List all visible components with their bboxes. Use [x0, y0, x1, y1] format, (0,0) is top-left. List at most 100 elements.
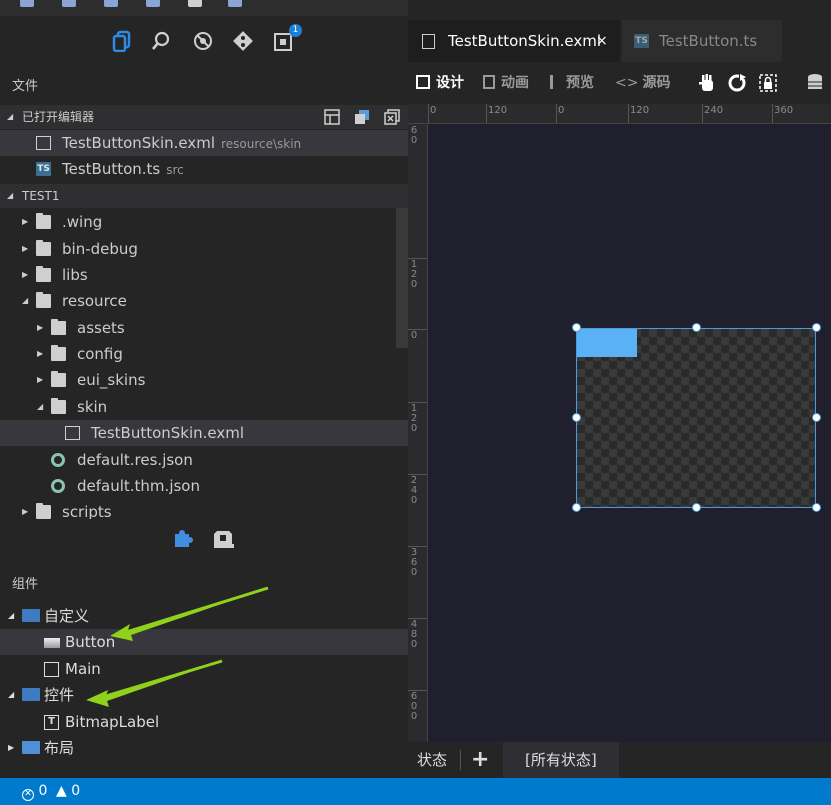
- error-count: 0: [38, 783, 48, 799]
- design-toolbar: 设计 动画 预览 <> 源码: [408, 62, 831, 104]
- tree-item-default-res-json[interactable]: default.res.json: [0, 447, 396, 473]
- animation-mode-button[interactable]: 动画: [483, 74, 529, 92]
- tree-item-config[interactable]: ▶ config: [0, 341, 396, 367]
- ruler-label: 2 4 0: [410, 475, 418, 506]
- tree-item-assets[interactable]: ▶ assets: [0, 315, 396, 341]
- skin-artboard[interactable]: [576, 328, 816, 508]
- explorer-scrollbar[interactable]: [396, 208, 408, 348]
- component-group-custom[interactable]: ◢ 自定义: [0, 603, 408, 629]
- tree-item-eui-skins[interactable]: ▶ eui_skins: [0, 367, 396, 393]
- tree-item-default-thm-json[interactable]: default.thm.json: [0, 473, 396, 499]
- tree-item-label: assets: [77, 319, 125, 337]
- resize-handle-bottom[interactable]: [692, 503, 701, 512]
- tree-item-bin-debug[interactable]: ▶ bin-debug: [0, 236, 396, 262]
- resize-handle-top[interactable]: [692, 323, 701, 332]
- typescript-file-icon: TS: [36, 162, 51, 176]
- tree-item-testbuttonskin[interactable]: TestButtonSkin.exml: [0, 420, 408, 446]
- search-icon[interactable]: [149, 29, 173, 53]
- new-file-icon[interactable]: [20, 0, 34, 7]
- warnings-indicator[interactable]: ▲ 0: [56, 778, 80, 805]
- chevron-right-icon: ▶: [8, 743, 15, 752]
- database-icon[interactable]: [806, 73, 826, 97]
- tab-testbutton[interactable]: TS TestButton.ts: [622, 20, 782, 62]
- resize-handle-bottom-right[interactable]: [812, 503, 821, 512]
- resize-handle-left[interactable]: [572, 413, 581, 422]
- component-group-label: 自定义: [44, 607, 90, 625]
- open-editor-item-testbutton[interactable]: TS TestButton.ts src: [0, 156, 396, 182]
- collapse-arrow-icon: ◢: [7, 112, 14, 121]
- grid-icon[interactable]: [146, 0, 160, 7]
- component-item-button[interactable]: Button: [0, 629, 408, 655]
- chevron-right-icon: ▶: [22, 270, 29, 279]
- preview-mode-button[interactable]: 预览: [550, 74, 594, 92]
- all-states-tab[interactable]: [所有状态]: [503, 742, 619, 778]
- tree-item-resource[interactable]: ◢ resource: [0, 288, 396, 314]
- tab-testbuttonskin[interactable]: TestButtonSkin.exml ×: [408, 20, 620, 62]
- tree-item-label: libs: [62, 266, 88, 284]
- save-all-editors-icon[interactable]: [354, 109, 370, 125]
- tree-item-label: scripts: [62, 503, 112, 519]
- design-mode-button[interactable]: 设计: [416, 74, 464, 92]
- file-icon: [36, 136, 51, 150]
- resize-handle-right[interactable]: [812, 413, 821, 422]
- refresh-icon[interactable]: [727, 73, 747, 97]
- open-editor-name: TestButton.ts: [62, 160, 161, 178]
- ruler-label: 360: [774, 105, 794, 116]
- folder-icon: [36, 240, 51, 256]
- chevron-right-icon: ▶: [22, 244, 29, 253]
- chevron-down-icon: ◢: [22, 296, 29, 305]
- skin-button-element[interactable]: [577, 329, 637, 357]
- explorer-icon[interactable]: [110, 29, 134, 53]
- hand-tool-icon[interactable]: [698, 73, 716, 97]
- editor-area: TestButtonSkin.exml × TS TestButton.ts 设…: [408, 0, 831, 778]
- debug-bug-icon[interactable]: [188, 0, 202, 7]
- resize-handle-top-left[interactable]: [572, 323, 581, 332]
- ruler-label: 120: [630, 105, 650, 116]
- component-item-label: BitmapLabel: [65, 713, 160, 731]
- extensions-icon[interactable]: 1: [272, 24, 302, 53]
- tree-item-label: bin-debug: [62, 240, 138, 258]
- add-state-button[interactable]: +: [471, 742, 489, 778]
- folder-open-icon: [22, 688, 40, 701]
- open-editor-item-testbuttonskin[interactable]: TestButtonSkin.exml resource\skin: [0, 130, 408, 156]
- open-editors-header[interactable]: ◢ 已打开编辑器: [0, 105, 408, 129]
- tree-item-wing[interactable]: ▶ .wing: [0, 209, 396, 235]
- error-icon: ✕: [22, 789, 34, 801]
- preview-icon: [550, 75, 560, 89]
- project-header[interactable]: ◢ TEST1: [0, 184, 408, 208]
- save-all-icon[interactable]: [104, 0, 118, 7]
- deploy-icon[interactable]: [228, 0, 242, 7]
- design-mode-label: 设计: [436, 75, 464, 91]
- design-canvas[interactable]: [428, 124, 831, 742]
- resize-handle-top-right[interactable]: [812, 323, 821, 332]
- explorer-title: 文件: [12, 79, 39, 94]
- animation-mode-label: 动画: [501, 75, 529, 91]
- errors-indicator[interactable]: ✕ 0: [22, 778, 47, 805]
- puzzle-icon[interactable]: [173, 529, 193, 553]
- typescript-file-icon: TS: [634, 34, 649, 48]
- button-component-icon: [44, 638, 60, 648]
- tree-item-skin[interactable]: ◢ skin: [0, 394, 396, 420]
- source-mode-button[interactable]: <> 源码: [615, 74, 670, 92]
- tree-item-scripts[interactable]: ▶ scripts: [0, 499, 396, 519]
- component-group-controls[interactable]: ◢ 控件: [0, 682, 408, 708]
- component-item-bitmaplabel[interactable]: T BitmapLabel: [0, 709, 408, 735]
- close-all-editors-icon[interactable]: [384, 109, 400, 125]
- tree-item-label: TestButtonSkin.exml: [91, 424, 245, 442]
- close-icon[interactable]: ×: [596, 20, 608, 62]
- tree-item-libs[interactable]: ▶ libs: [0, 262, 396, 288]
- save-icon[interactable]: [62, 0, 76, 7]
- ruler-label: 1 2 0: [410, 403, 418, 434]
- git-icon[interactable]: [231, 29, 255, 53]
- resource-library-icon[interactable]: [213, 529, 235, 553]
- chevron-down-icon: ◢: [8, 611, 15, 620]
- new-untitled-icon[interactable]: [324, 109, 340, 125]
- component-item-main[interactable]: Main: [0, 656, 408, 682]
- file-icon: [65, 426, 80, 440]
- resize-handle-bottom-left[interactable]: [572, 503, 581, 512]
- lock-frame-icon[interactable]: [758, 73, 778, 97]
- chevron-right-icon: ▶: [37, 349, 44, 358]
- debug-icon[interactable]: [191, 29, 215, 53]
- top-toolbar: [0, 0, 408, 16]
- component-group-layout[interactable]: ▶ 布局: [0, 735, 408, 761]
